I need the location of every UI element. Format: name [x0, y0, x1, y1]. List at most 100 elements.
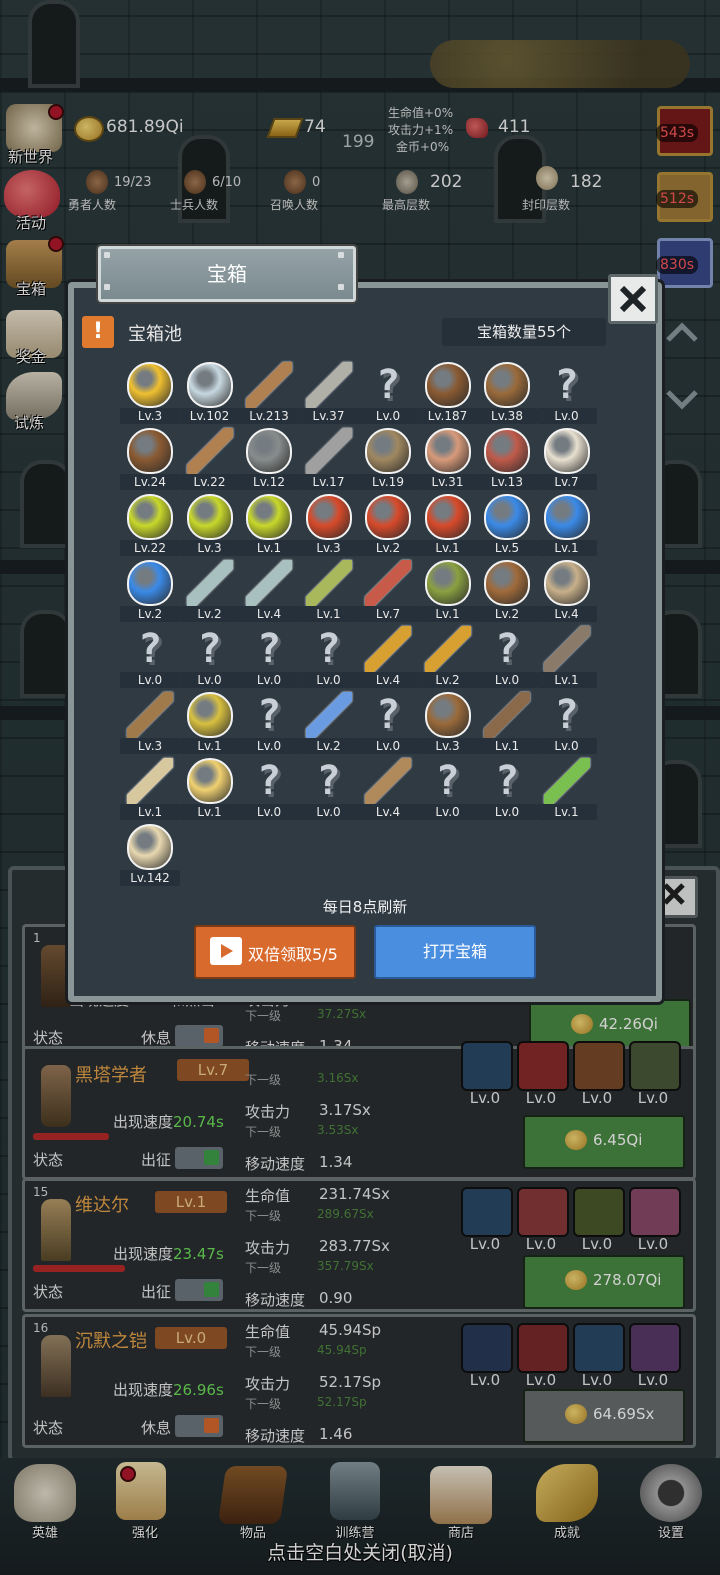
- item-level: Lv.4: [536, 606, 597, 622]
- chest-count: 宝箱数量55个: [442, 318, 606, 346]
- chest-item[interactable]: ? Lv.0: [477, 624, 537, 690]
- item-level: Lv.4: [358, 672, 418, 688]
- chest-item[interactable]: Lv.22: [120, 492, 180, 558]
- item-level: Lv.1: [417, 540, 478, 556]
- chest-item[interactable]: Lv.2: [179, 558, 240, 624]
- chest-item[interactable]: Lv.13: [477, 426, 537, 492]
- modal-close-button[interactable]: [608, 274, 658, 324]
- unknown-icon: ?: [256, 626, 282, 672]
- chest-item[interactable]: Lv.4: [239, 558, 299, 624]
- item-level: Lv.4: [358, 804, 418, 820]
- chest-item[interactable]: ? Lv.0: [358, 360, 418, 426]
- chest-item[interactable]: Lv.1: [120, 756, 180, 822]
- cap-leather-icon: [127, 428, 173, 474]
- chest-item[interactable]: Lv.31: [417, 426, 478, 492]
- item-level: Lv.2: [120, 606, 180, 622]
- chest-item[interactable]: Lv.2: [120, 558, 180, 624]
- potion-yellow-icon: [186, 494, 233, 540]
- chest-item[interactable]: Lv.3: [120, 360, 180, 426]
- item-level: Lv.1: [120, 804, 180, 820]
- staff-crook-icon: [127, 692, 173, 738]
- potion-blue-icon: [543, 494, 590, 540]
- item-level: Lv.24: [120, 474, 180, 490]
- chest-item[interactable]: Lv.37: [298, 360, 359, 426]
- chest-item[interactable]: ? Lv.0: [417, 756, 478, 822]
- chest-item[interactable]: ? Lv.0: [298, 624, 359, 690]
- chest-item[interactable]: Lv.1: [179, 690, 240, 756]
- chest-item[interactable]: Lv.3: [417, 690, 478, 756]
- chest-item[interactable]: Lv.3: [120, 690, 180, 756]
- open-chest-button[interactable]: 打开宝箱: [374, 925, 536, 979]
- chest-item[interactable]: Lv.2: [298, 690, 359, 756]
- item-level: Lv.7: [358, 606, 418, 622]
- chest-item[interactable]: Lv.213: [239, 360, 299, 426]
- chest-item[interactable]: Lv.1: [239, 492, 299, 558]
- chest-item[interactable]: Lv.187: [417, 360, 478, 426]
- chest-item[interactable]: Lv.5: [477, 492, 537, 558]
- vial-grey-icon: [186, 560, 233, 606]
- chest-item[interactable]: Lv.4: [358, 756, 418, 822]
- chest-item[interactable]: ? Lv.0: [477, 756, 537, 822]
- chest-pool-title: 宝箱池: [128, 324, 182, 345]
- potion-yellow-icon: [127, 494, 173, 540]
- chest-item[interactable]: Lv.12: [239, 426, 299, 492]
- helmet-knight-icon: [365, 428, 411, 474]
- chest-item[interactable]: Lv.2: [417, 624, 478, 690]
- chest-item[interactable]: Lv.3: [298, 492, 359, 558]
- unknown-icon: ?: [256, 692, 282, 738]
- chest-item[interactable]: Lv.1: [536, 756, 597, 822]
- unknown-icon: ?: [494, 758, 520, 804]
- double-claim-button[interactable]: 双倍领取5/5: [194, 925, 356, 979]
- hammer-icon: [305, 428, 352, 474]
- item-level: Lv.0: [179, 672, 240, 688]
- chest-item[interactable]: Lv.1: [536, 492, 597, 558]
- chest-item[interactable]: Lv.22: [179, 426, 240, 492]
- item-level: Lv.0: [417, 804, 478, 820]
- chest-item[interactable]: ? Lv.0: [239, 624, 299, 690]
- chest-item[interactable]: Lv.19: [358, 426, 418, 492]
- chest-item[interactable]: Lv.24: [120, 426, 180, 492]
- unknown-icon: ?: [375, 692, 401, 738]
- chest-item[interactable]: Lv.7: [536, 426, 597, 492]
- chest-item[interactable]: Lv.38: [477, 360, 537, 426]
- item-level: Lv.0: [239, 738, 299, 754]
- chest-item[interactable]: Lv.1: [477, 690, 537, 756]
- armor-leather-icon: [424, 362, 471, 408]
- chest-item[interactable]: ? Lv.0: [120, 624, 180, 690]
- crown-icon: [127, 362, 173, 408]
- chest-item[interactable]: Lv.17: [298, 426, 359, 492]
- item-level: Lv.0: [358, 738, 418, 754]
- chest-item[interactable]: Lv.4: [358, 624, 418, 690]
- torch-icon: [365, 626, 411, 672]
- wand-green-icon: [543, 758, 590, 804]
- close-icon: [619, 285, 647, 313]
- unknown-icon: ?: [375, 362, 401, 408]
- chest-item[interactable]: ? Lv.0: [298, 756, 359, 822]
- item-level: Lv.1: [536, 804, 597, 820]
- chest-item[interactable]: Lv.1: [179, 756, 240, 822]
- chest-item[interactable]: Lv.1: [298, 558, 359, 624]
- chest-item[interactable]: ? Lv.0: [239, 690, 299, 756]
- sword-wood-icon: [246, 362, 292, 408]
- chest-item[interactable]: Lv.1: [417, 492, 478, 558]
- chest-item[interactable]: Lv.1: [417, 558, 478, 624]
- chest-item[interactable]: Lv.142: [120, 822, 180, 888]
- chest-item[interactable]: ? Lv.0: [179, 624, 240, 690]
- item-level: Lv.22: [120, 540, 180, 556]
- chest-item[interactable]: Lv.2: [477, 558, 537, 624]
- item-level: Lv.22: [179, 474, 240, 490]
- video-play-icon: [210, 937, 242, 965]
- item-level: Lv.1: [477, 738, 537, 754]
- chest-item[interactable]: ? Lv.0: [358, 690, 418, 756]
- chest-item[interactable]: ? Lv.0: [239, 756, 299, 822]
- chest-item[interactable]: Lv.102: [179, 360, 240, 426]
- chest-item[interactable]: Lv.4: [536, 558, 597, 624]
- chest-item[interactable]: ? Lv.0: [536, 690, 597, 756]
- chest-item[interactable]: Lv.1: [536, 624, 597, 690]
- chest-item[interactable]: Lv.2: [358, 492, 418, 558]
- chest-item[interactable]: Lv.7: [358, 558, 418, 624]
- bolt-decor: [104, 252, 110, 258]
- chest-item[interactable]: Lv.3: [179, 492, 240, 558]
- chest-item[interactable]: ? Lv.0: [536, 360, 597, 426]
- unknown-icon: ?: [197, 626, 222, 672]
